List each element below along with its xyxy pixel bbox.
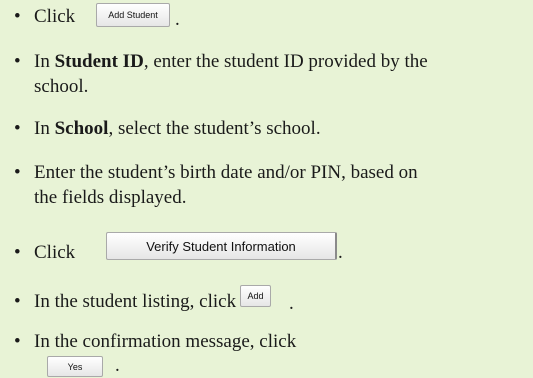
list-item-continuation: school. (34, 76, 89, 97)
add-student-button[interactable]: Add Student (96, 3, 170, 27)
bullet: • (14, 242, 21, 263)
bullet: • (14, 162, 21, 183)
period: . (338, 242, 343, 263)
list-item: • Click (14, 241, 75, 265)
item-text-post: , select the student’s school. (108, 118, 321, 139)
add-button[interactable]: Add (240, 285, 271, 307)
list-item-continuation: the fields displayed. (34, 187, 187, 208)
verify-student-information-button[interactable]: Verify Student Information (106, 232, 337, 260)
field-name-student-id: Student ID (54, 51, 144, 72)
item-text: In the student listing, click (34, 291, 237, 312)
list-item: • In the confirmation message, click (14, 330, 296, 354)
item-text: Click (34, 242, 76, 263)
item-text-pre: In (34, 51, 55, 72)
period: . (175, 9, 180, 30)
bullet: • (14, 51, 21, 72)
item-text-pre: In (34, 118, 55, 139)
period: . (289, 293, 294, 314)
list-item: • Enter the student’s birth date and/or P… (14, 161, 418, 185)
list-item: • In School, select the student’s school. (14, 117, 321, 141)
list-item: • In Student ID, enter the student ID pro… (14, 50, 428, 74)
bullet: • (14, 118, 21, 139)
period: . (115, 355, 120, 376)
item-text: Click (34, 6, 76, 27)
yes-button[interactable]: Yes (47, 356, 103, 377)
bullet: • (14, 6, 21, 27)
item-text: In the confirmation message, click (34, 331, 297, 352)
list-item: • Click (14, 5, 75, 29)
field-name-school: School (54, 118, 109, 139)
bullet: • (14, 331, 21, 352)
bullet: • (14, 291, 21, 312)
list-item: • In the student listing, click (14, 290, 236, 314)
item-text: Enter the student’s birth date and/or PI… (34, 162, 418, 183)
item-text-post: , enter the student ID provided by the (143, 51, 428, 72)
